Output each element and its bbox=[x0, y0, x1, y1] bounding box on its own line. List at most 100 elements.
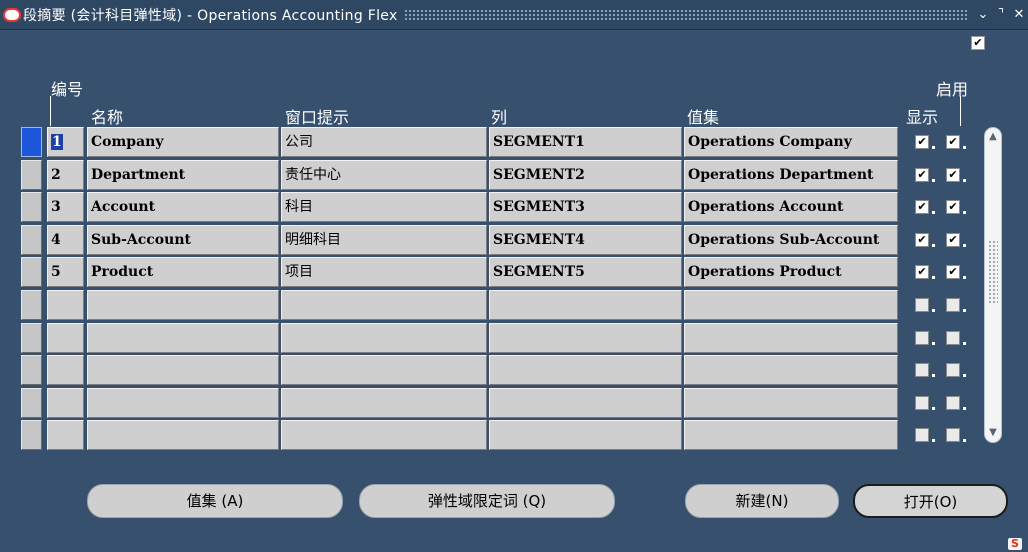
cell-name[interactable]: Company bbox=[87, 127, 279, 157]
displayed-checkbox[interactable] bbox=[915, 298, 929, 312]
row-selector[interactable] bbox=[21, 192, 42, 222]
cell-window-prompt[interactable] bbox=[281, 388, 487, 418]
displayed-checkbox[interactable] bbox=[915, 428, 929, 442]
cell-name[interactable]: Product bbox=[87, 257, 279, 287]
cell-window-prompt[interactable]: 公司 bbox=[281, 127, 487, 157]
cell-window-prompt[interactable]: 科目 bbox=[281, 192, 487, 222]
cell-value-set[interactable]: Operations Department bbox=[684, 160, 898, 190]
new-button[interactable]: 新建(N) bbox=[685, 484, 839, 518]
cell-number[interactable]: 3 bbox=[47, 192, 84, 222]
cell-value-set[interactable]: Operations Company bbox=[684, 127, 898, 157]
enabled-checkbox[interactable]: ✔ bbox=[946, 135, 960, 149]
displayed-checkbox[interactable]: ✔ bbox=[915, 200, 929, 214]
window-resize-grip-icon[interactable]: S bbox=[1008, 538, 1022, 550]
cell-window-prompt[interactable]: 项目 bbox=[281, 257, 487, 287]
cell-window-prompt[interactable] bbox=[281, 420, 487, 450]
enabled-checkbox[interactable]: ✔ bbox=[946, 265, 960, 279]
cell-number[interactable] bbox=[47, 420, 84, 450]
title-bar-drag-area[interactable] bbox=[403, 8, 968, 21]
cell-name[interactable] bbox=[87, 388, 279, 418]
cell-value-set[interactable]: Operations Sub-Account bbox=[684, 225, 898, 255]
cell-number[interactable]: 5 bbox=[47, 257, 84, 287]
checkbox-marker bbox=[963, 276, 966, 279]
enabled-checkbox[interactable]: ✔ bbox=[946, 168, 960, 182]
cell-name[interactable] bbox=[87, 323, 279, 353]
displayed-checkbox[interactable] bbox=[915, 396, 929, 410]
cell-window-prompt[interactable]: 明细科目 bbox=[281, 225, 487, 255]
cell-window-prompt[interactable] bbox=[281, 290, 487, 320]
cell-column[interactable]: SEGMENT4 bbox=[489, 225, 682, 255]
cell-name[interactable] bbox=[87, 420, 279, 450]
cell-value-set[interactable]: Operations Account bbox=[684, 192, 898, 222]
cell-name[interactable]: Account bbox=[87, 192, 279, 222]
enabled-checkbox[interactable]: ✔ bbox=[946, 200, 960, 214]
displayed-checkbox[interactable] bbox=[915, 363, 929, 377]
cell-number[interactable] bbox=[47, 388, 84, 418]
cell-value-set[interactable] bbox=[684, 355, 898, 385]
row-selector[interactable] bbox=[21, 420, 42, 450]
maximize-icon[interactable]: ⌝ bbox=[992, 7, 1010, 22]
cell-window-prompt[interactable]: 责任中心 bbox=[281, 160, 487, 190]
cell-column[interactable] bbox=[489, 388, 682, 418]
cell-value-set[interactable] bbox=[684, 323, 898, 353]
row-selector[interactable] bbox=[21, 225, 42, 255]
cell-value-set[interactable] bbox=[684, 420, 898, 450]
scroll-up-arrow-icon[interactable]: ▲ bbox=[986, 130, 1000, 144]
cell-column[interactable] bbox=[489, 420, 682, 450]
cell-column[interactable]: SEGMENT5 bbox=[489, 257, 682, 287]
cell-column[interactable]: SEGMENT2 bbox=[489, 160, 682, 190]
flexfield-qualifiers-button[interactable]: 弹性域限定词 (Q) bbox=[359, 484, 615, 518]
cell-number-text: 1 bbox=[51, 134, 63, 150]
open-button[interactable]: 打开(O) bbox=[853, 484, 1008, 518]
value-set-button[interactable]: 值集 (A) bbox=[87, 484, 343, 518]
row-selector[interactable] bbox=[21, 160, 42, 190]
displayed-checkbox[interactable] bbox=[915, 331, 929, 345]
cell-number[interactable]: 4 bbox=[47, 225, 84, 255]
enabled-checkbox[interactable] bbox=[946, 363, 960, 377]
displayed-checkbox[interactable]: ✔ bbox=[915, 168, 929, 182]
cell-window-prompt[interactable] bbox=[281, 355, 487, 385]
cell-name[interactable] bbox=[87, 355, 279, 385]
cell-number[interactable] bbox=[47, 323, 84, 353]
row-selector[interactable] bbox=[21, 290, 42, 320]
cell-window-prompt[interactable] bbox=[281, 323, 487, 353]
cell-column[interactable]: SEGMENT3 bbox=[489, 192, 682, 222]
cell-value-set-text: Operations Account bbox=[688, 199, 844, 215]
displayed-checkbox[interactable]: ✔ bbox=[915, 265, 929, 279]
cell-value-set[interactable] bbox=[684, 290, 898, 320]
row-selector[interactable] bbox=[21, 257, 42, 287]
displayed-checkbox[interactable]: ✔ bbox=[915, 135, 929, 149]
row-selector[interactable] bbox=[21, 388, 42, 418]
cell-number[interactable] bbox=[47, 355, 84, 385]
cell-value-set[interactable]: Operations Product bbox=[684, 257, 898, 287]
top-right-checkbox[interactable]: ✔ bbox=[971, 36, 985, 50]
cell-column[interactable] bbox=[489, 355, 682, 385]
displayed-checkbox[interactable]: ✔ bbox=[915, 233, 929, 247]
cell-column[interactable] bbox=[489, 323, 682, 353]
scroll-down-arrow-icon[interactable]: ▼ bbox=[986, 426, 1000, 440]
cell-column[interactable]: SEGMENT1 bbox=[489, 127, 682, 157]
header-displayed: 显示 bbox=[906, 108, 939, 127]
cell-column[interactable] bbox=[489, 290, 682, 320]
vertical-scrollbar[interactable]: ▲ ▼ bbox=[984, 127, 1002, 443]
enabled-checkbox[interactable]: ✔ bbox=[946, 233, 960, 247]
cell-name[interactable]: Department bbox=[87, 160, 279, 190]
enabled-checkbox[interactable] bbox=[946, 298, 960, 312]
enabled-checkbox[interactable] bbox=[946, 396, 960, 410]
cell-number[interactable]: 1 bbox=[47, 127, 84, 157]
enabled-checkbox[interactable] bbox=[946, 331, 960, 345]
cell-value-set[interactable] bbox=[684, 388, 898, 418]
cell-number[interactable] bbox=[47, 290, 84, 320]
row-selector[interactable] bbox=[21, 323, 42, 353]
cell-number[interactable]: 2 bbox=[47, 160, 84, 190]
cell-name[interactable] bbox=[87, 290, 279, 320]
row-selector[interactable] bbox=[21, 127, 42, 157]
enabled-checkbox[interactable] bbox=[946, 428, 960, 442]
window-title-bar[interactable]: 段摘要 (会计科目弹性域) - Operations Accounting Fl… bbox=[0, 0, 1028, 30]
cell-name[interactable]: Sub-Account bbox=[87, 225, 279, 255]
close-icon[interactable]: ✕ bbox=[1010, 7, 1028, 22]
checkbox-marker bbox=[932, 407, 935, 410]
minimize-icon[interactable]: ⌄ bbox=[974, 7, 992, 22]
scroll-thumb-grip[interactable] bbox=[988, 240, 998, 304]
row-selector[interactable] bbox=[21, 355, 42, 385]
